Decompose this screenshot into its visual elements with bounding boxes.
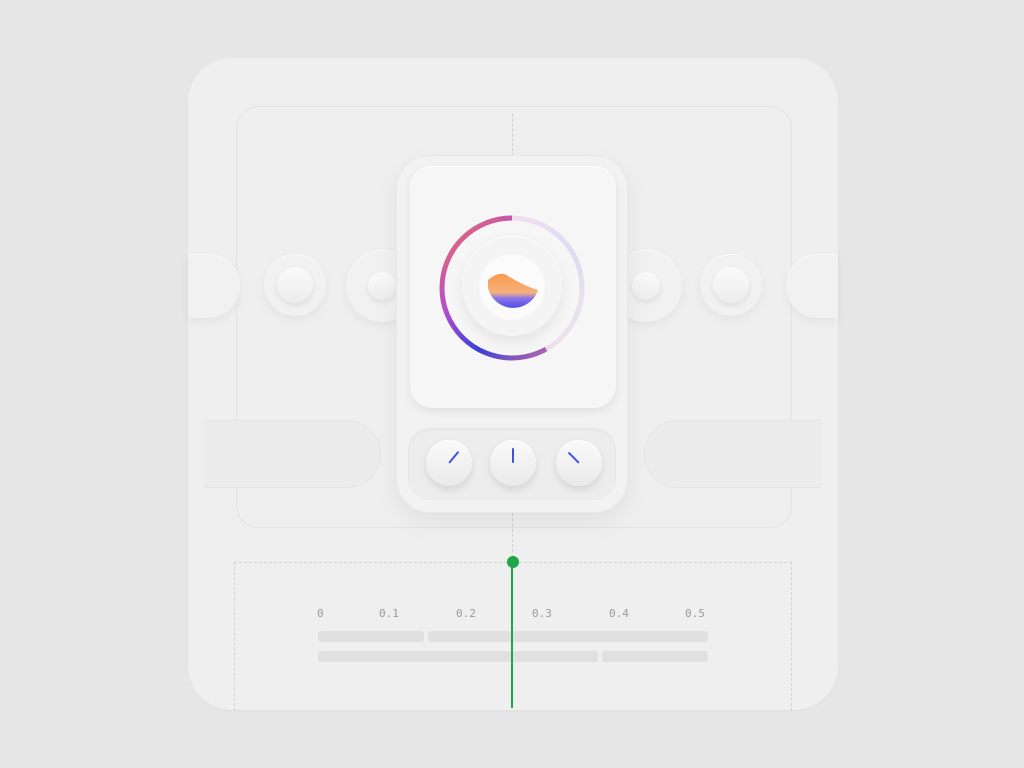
dial-right[interactable]	[556, 440, 602, 486]
dial-left-needle	[448, 450, 460, 464]
guide-line-top	[512, 114, 513, 156]
dial-center[interactable]	[490, 440, 536, 486]
scale-label-1: 0.1	[379, 607, 399, 620]
scale-label-4: 0.4	[609, 607, 629, 620]
right-rail	[644, 420, 821, 488]
scale-label-0: 0	[317, 607, 324, 620]
dial-right-needle	[567, 451, 580, 464]
track-clip[interactable]	[318, 651, 598, 662]
playhead-handle[interactable]	[507, 556, 519, 568]
playhead-line[interactable]	[511, 562, 513, 708]
dial-left[interactable]	[426, 440, 472, 486]
scale-label-5: 0.5	[685, 607, 705, 620]
gradient-half-circle-icon	[478, 252, 546, 320]
track-clip[interactable]	[428, 631, 708, 642]
track-clip[interactable]	[602, 651, 708, 662]
scale-label-3: 0.3	[532, 607, 552, 620]
knob-right-outer[interactable]	[700, 254, 762, 316]
dial-center-needle	[512, 448, 514, 463]
left-rail	[204, 420, 381, 488]
knob-left-outer[interactable]	[264, 254, 326, 316]
track-clip[interactable]	[318, 631, 424, 642]
scale-label-2: 0.2	[456, 607, 476, 620]
